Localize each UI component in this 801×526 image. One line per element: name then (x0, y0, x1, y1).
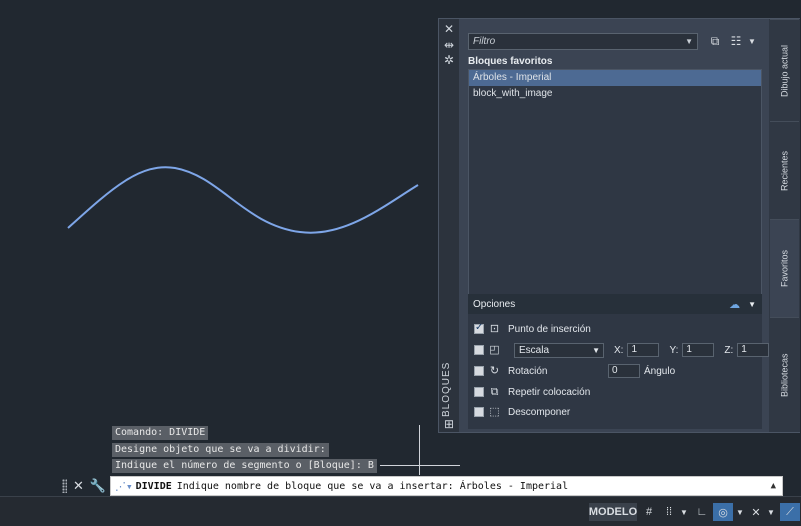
palette-icon[interactable]: ⊞ (442, 417, 456, 431)
tab-libraries[interactable]: Bibliotecas (770, 317, 799, 432)
chevron-up-icon[interactable]: ▲ (771, 481, 776, 491)
rotation-icon: ↻ (489, 364, 500, 377)
scale-icon[interactable]: ⟋ (780, 503, 800, 521)
wrench-icon[interactable]: 🔧 (90, 478, 106, 494)
osnap-icon[interactable]: ✕ (748, 503, 764, 521)
options-panel: Opciones ☁ ▼ ⊡ Punto de inserción ◰ Esca… (468, 294, 770, 429)
scale-y-input[interactable]: 1 (682, 343, 715, 357)
repeat-placement-icon: ⧉ (490, 385, 499, 398)
pin-icon[interactable]: ⇹ (442, 38, 456, 52)
scale-z-input[interactable]: 1 (737, 343, 770, 357)
palette-title-strip: ✕ ⇹ ✲ BLOQUES ⊞ (439, 19, 459, 432)
favorites-title: Bloques favoritos (468, 56, 553, 67)
favorites-list[interactable]: Árboles - Imperial block_with_image (468, 69, 762, 312)
command-prompt-icon[interactable]: ⋰▾ (115, 480, 133, 493)
polar-icon[interactable]: ◎ (713, 503, 733, 521)
gear-icon[interactable]: ✲ (442, 53, 456, 67)
command-history-line: Comando: DIVIDE (112, 426, 209, 440)
grid-icon[interactable]: # (641, 503, 657, 521)
blocks-palette: ✕ ⇹ ✲ BLOQUES ⊞ Filtro ▼ ⧉ ☷ ▼ Bloques f… (438, 18, 800, 433)
palette-side-tabs: Dibujo actual Recientes Favoritos Biblio… (769, 19, 800, 432)
rotation-option[interactable]: ↻ Rotación 0 Ángulo (474, 363, 675, 379)
ortho-icon[interactable]: ∟ (694, 503, 710, 521)
command-input[interactable]: ⋰▾ DIVIDE Indique nombre de bloque que s… (110, 476, 783, 496)
rotation-checkbox[interactable] (474, 366, 484, 376)
rotation-input[interactable]: 0 (608, 364, 640, 378)
tab-current-drawing[interactable]: Dibujo actual (770, 19, 799, 121)
insertion-point-checkbox[interactable] (474, 322, 484, 334)
chevron-down-icon[interactable]: ▼ (679, 503, 689, 521)
model-space-button[interactable]: MODELO (589, 503, 637, 521)
chevron-down-icon[interactable]: ▼ (735, 503, 745, 521)
explode-icon: ⬚ (489, 405, 500, 418)
palette-title: BLOQUES (441, 361, 452, 417)
repeat-placement-option[interactable]: ⧉ Repetir colocación (474, 384, 590, 400)
scale-dropdown[interactable]: Escala ▼ (514, 342, 604, 358)
snap-icon[interactable]: ⁞⁞ (660, 503, 678, 521)
insertion-point-option[interactable]: ⊡ Punto de inserción (474, 321, 591, 337)
explode-option[interactable]: ⬚ Descomponer (474, 404, 570, 420)
cloud-sync-icon[interactable]: ☁ (729, 298, 740, 311)
scale-x-input[interactable]: 1 (627, 343, 660, 357)
explode-checkbox[interactable] (474, 407, 484, 417)
chevron-down-icon: ▼ (685, 37, 693, 46)
chevron-down-icon[interactable]: ▼ (748, 300, 756, 309)
status-bar: MODELO # ⁞⁞ ▼ ∟ ◎ ▼ ✕ ▼ ⟋ (0, 496, 801, 526)
crosshair-vertical (419, 425, 420, 475)
chevron-down-icon[interactable]: ▼ (766, 503, 776, 521)
import-icon[interactable]: ⧉ (706, 33, 724, 50)
list-item[interactable]: Árboles - Imperial (469, 70, 761, 86)
filter-input[interactable]: Filtro ▼ (468, 33, 698, 50)
scale-option[interactable]: ◰ Escala ▼ X: 1 Y: 1 Z: 1 (474, 342, 770, 358)
scale-icon: ◰ (489, 343, 500, 356)
chevron-down-icon[interactable]: ▼ (743, 33, 761, 50)
scale-checkbox[interactable] (474, 345, 484, 355)
palette-content: Filtro ▼ ⧉ ☷ ▼ Bloques favoritos Árboles… (459, 19, 770, 432)
insertion-point-icon: ⊡ (489, 322, 500, 335)
close-icon[interactable]: ✕ (442, 22, 456, 36)
close-icon[interactable]: ✕ (73, 478, 84, 494)
grip-handle[interactable] (62, 479, 67, 493)
tab-recent[interactable]: Recientes (770, 121, 799, 219)
crosshair-horizontal (380, 465, 460, 466)
command-line: ✕ 🔧 ⋰▾ DIVIDE Indique nombre de bloque q… (60, 476, 783, 496)
options-header[interactable]: Opciones ☁ ▼ (468, 294, 762, 314)
tab-favorites[interactable]: Favoritos (770, 219, 799, 317)
command-line-controls: ✕ 🔧 (60, 476, 110, 496)
chevron-down-icon: ▼ (592, 345, 600, 355)
command-history-line: Indique el número de segmento o [Bloque]… (112, 459, 377, 473)
command-history-line: Designe objeto que se va a dividir: (112, 443, 329, 457)
list-item[interactable]: block_with_image (469, 86, 761, 102)
repeat-placement-checkbox[interactable] (474, 387, 484, 397)
